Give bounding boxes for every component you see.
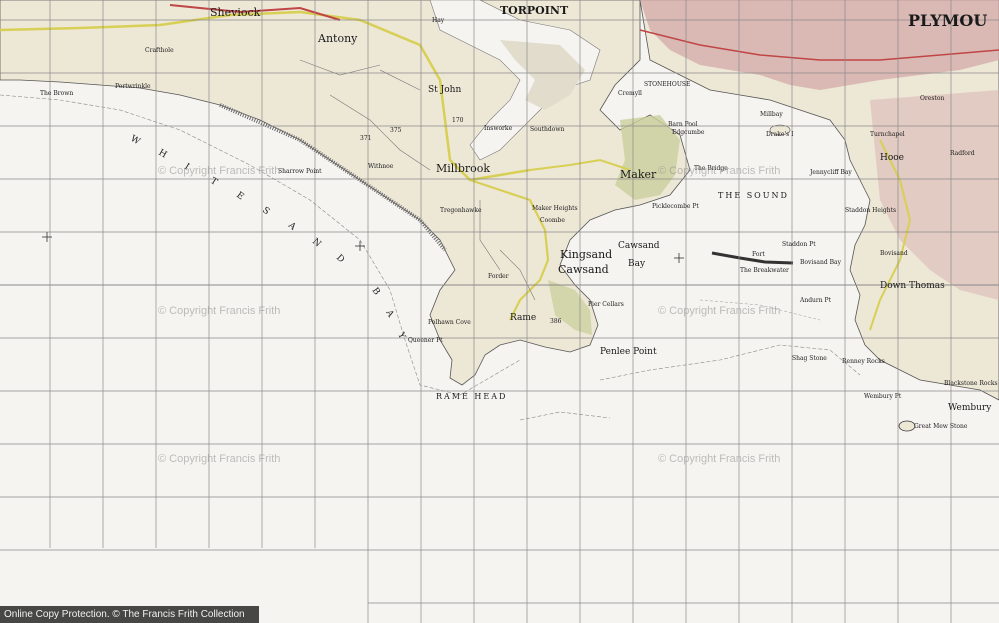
label-blackstone-rocks: Blackstone Rocks	[944, 380, 998, 387]
label-the-brown: The Brown	[40, 90, 73, 97]
label-insworke: Insworke	[484, 125, 513, 132]
label-coombe: Coombe	[540, 217, 565, 224]
label-cawsand-bay-2: Bay	[628, 259, 646, 269]
label-jennycliff-bay: Jennycliff Bay	[809, 169, 852, 176]
label-barn-pool: Barn Pool	[668, 121, 698, 128]
label-millbrook: Millbrook	[436, 162, 490, 175]
label-stonehouse: STONEHOUSE	[644, 81, 690, 88]
watermark: © Copyright Francis Frith	[158, 453, 281, 465]
label-cawsand: Cawsand	[558, 263, 609, 276]
label-maker: Maker	[620, 168, 657, 181]
label-penlee-point: Penlee Point	[600, 347, 657, 357]
label-hay: Hay	[432, 17, 445, 24]
label-southdown: Southdown	[530, 126, 564, 133]
label-antony: Antony	[317, 32, 358, 45]
map-canvas[interactable]: Sheviock Antony TORPOINT PLYMOU St John …	[0, 0, 999, 623]
label-cremyll: Cremyll	[618, 90, 642, 97]
label-crafthole: Crafthole	[145, 47, 174, 54]
label-radford: Radford	[950, 150, 975, 157]
map-svg: Sheviock Antony TORPOINT PLYMOU St John …	[0, 0, 999, 623]
label-bovisand: Bovisand	[880, 250, 908, 257]
watermark: © Copyright Francis Frith	[158, 305, 281, 317]
label-the-sound: THE SOUND	[718, 191, 789, 200]
label-millbay: Millbay	[760, 111, 783, 118]
label-cawsand-bay-1: Cawsand	[618, 241, 660, 251]
label-drakes-island: Drake's I	[766, 131, 794, 138]
label-andurn-pt: Andurn Pt	[799, 297, 832, 304]
label-rame-head: RAME HEAD	[436, 392, 507, 401]
label-breakwater: The Breakwater	[740, 267, 789, 274]
label-oreston: Oreston	[920, 95, 944, 102]
label-edgcumbe: Edgcumbe	[672, 129, 705, 136]
label-staddon-heights: Staddon Heights	[845, 207, 896, 214]
copyright-bar: Online Copy Protection. © The Francis Fr…	[0, 606, 259, 623]
watermark: © Copyright Francis Frith	[158, 165, 281, 177]
label-renney-rocks: Renney Rocks	[842, 358, 885, 365]
label-kingsand: Kingsand	[560, 248, 612, 261]
label-hooe: Hooe	[880, 153, 904, 163]
label-bovisand-bay: Bovisand Bay	[800, 259, 842, 266]
label-spot-170: 170	[452, 117, 464, 124]
label-spot-386: 386	[550, 318, 562, 325]
label-forder: Forder	[488, 273, 509, 280]
label-great-mew-stone: Great Mew Stone	[914, 423, 968, 430]
label-torpoint: TORPOINT	[500, 4, 569, 17]
label-portwrinkle: Portwrinkle	[115, 83, 151, 90]
label-down-thomas: Down Thomas	[880, 281, 945, 291]
label-spot-371: 371	[360, 135, 371, 142]
label-pier-cellars: Pier Cellars	[588, 301, 624, 308]
label-turnchapel: Turnchapel	[870, 131, 905, 138]
label-shag-stone: Shag Stone	[792, 355, 827, 362]
label-wembury: Wembury	[948, 403, 992, 413]
watermark: © Copyright Francis Frith	[658, 305, 781, 317]
label-picklecombe-pt: Picklecombe Pt	[652, 203, 699, 210]
label-withnoe: Withnoe	[368, 163, 394, 170]
label-sheviock: Sheviock	[210, 6, 261, 19]
label-polhawn-cove: Polhawn Cove	[428, 319, 471, 326]
label-staddon-pt: Staddon Pt	[782, 241, 816, 248]
label-spot-375: 375	[390, 127, 402, 134]
label-queener-pt: Queener Pt	[408, 337, 443, 344]
watermark: © Copyright Francis Frith	[658, 453, 781, 465]
label-maker-heights: Maker Heights	[532, 205, 578, 212]
label-wembury-pt: Wembury Pt	[864, 393, 902, 400]
label-st-john: St John	[428, 85, 461, 95]
label-rame: Rame	[510, 313, 536, 323]
great-mew-stone	[898, 420, 916, 432]
watermark: © Copyright Francis Frith	[658, 165, 781, 177]
label-tregonhawke: Tregonhawke	[440, 207, 482, 214]
label-sharrow-point: Sharrow Point	[278, 168, 322, 175]
label-plymouth: PLYMOU	[908, 11, 987, 30]
label-fort: Fort	[752, 251, 765, 258]
